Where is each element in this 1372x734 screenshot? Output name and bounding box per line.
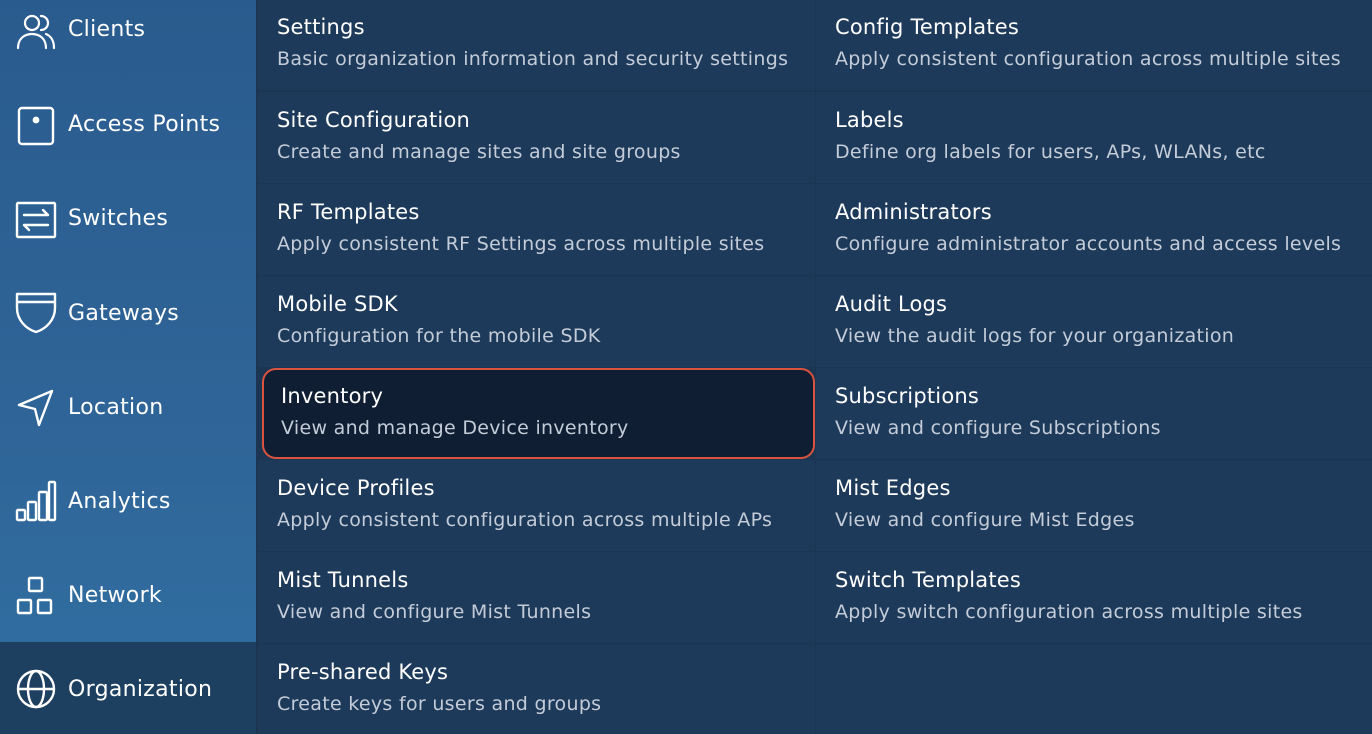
sidebar-item-label: Access Points xyxy=(68,112,221,137)
menu-item-inventory-cell: Inventory View and manage Device invento… xyxy=(258,368,815,459)
menu-item-switch-templates[interactable]: Switch Templates Apply switch configurat… xyxy=(816,552,1372,643)
menu-item-title: Inventory xyxy=(281,384,384,408)
sidebar-item-label: Switches xyxy=(68,206,169,231)
menu-item-description: Apply consistent configuration across mu… xyxy=(835,48,1341,70)
menu-item-description: Configure administrator accounts and acc… xyxy=(835,233,1342,255)
menu-item-title: Pre-shared Keys xyxy=(277,660,449,684)
menu-item-title: Mist Tunnels xyxy=(277,568,409,592)
menu-item-description: View and manage Device inventory xyxy=(281,417,629,439)
menu-item-description: Apply consistent RF Settings across mult… xyxy=(277,233,765,255)
location-arrow-icon xyxy=(15,387,57,429)
menu-item-settings[interactable]: Settings Basic organization information … xyxy=(258,0,815,90)
menu-item-description: View and configure Mist Edges xyxy=(835,509,1135,531)
menu-item-description: Create and manage sites and site groups xyxy=(277,141,681,163)
menu-item-mist-tunnels[interactable]: Mist Tunnels View and configure Mist Tun… xyxy=(258,552,815,643)
menu-item-mist-edges[interactable]: Mist Edges View and configure Mist Edges xyxy=(816,460,1372,551)
shield-icon xyxy=(15,292,57,334)
sidebar: Clients Access Points Switches Gateways … xyxy=(0,0,256,734)
menu-item-description: Define org labels for users, APs, WLANs,… xyxy=(835,141,1266,163)
sidebar-item-gateways[interactable]: Gateways xyxy=(0,268,256,362)
sidebar-item-label: Organization xyxy=(68,677,213,702)
menu-item-title: Switch Templates xyxy=(835,568,1022,592)
menu-item-title: Site Configuration xyxy=(277,108,471,132)
menu-item-description: Apply consistent configuration across mu… xyxy=(277,509,773,531)
organization-menu-grid: Settings Basic organization information … xyxy=(256,0,1372,734)
menu-item-subscriptions[interactable]: Subscriptions View and configure Subscri… xyxy=(816,368,1372,459)
sidebar-item-clients[interactable]: Clients xyxy=(0,0,256,80)
menu-item-administrators[interactable]: Administrators Configure administrator a… xyxy=(816,184,1372,275)
menu-item-title: Subscriptions xyxy=(835,384,980,408)
menu-item-title: Device Profiles xyxy=(277,476,435,500)
menu-item-audit-logs[interactable]: Audit Logs View the audit logs for your … xyxy=(816,276,1372,367)
sidebar-item-label: Location xyxy=(68,395,164,420)
menu-empty-cell xyxy=(816,644,1372,734)
menu-item-config-templates[interactable]: Config Templates Apply consistent config… xyxy=(816,0,1372,90)
users-icon xyxy=(15,11,57,53)
menu-item-description: Configuration for the mobile SDK xyxy=(277,325,601,347)
menu-item-description: View the audit logs for your organizatio… xyxy=(835,325,1235,347)
sidebar-item-organization[interactable]: Organization xyxy=(0,642,256,734)
sidebar-item-label: Analytics xyxy=(68,489,171,514)
menu-item-rf-templates[interactable]: RF Templates Apply consistent RF Setting… xyxy=(258,184,815,275)
menu-item-description: Basic organization information and secur… xyxy=(277,48,789,70)
bar-chart-icon xyxy=(15,480,57,522)
sidebar-item-label: Gateways xyxy=(68,301,180,326)
menu-item-site-configuration[interactable]: Site Configuration Create and manage sit… xyxy=(258,92,815,183)
access-point-icon xyxy=(15,105,57,147)
app-root: Clients Access Points Switches Gateways … xyxy=(0,0,1372,734)
sidebar-item-label: Clients xyxy=(68,17,146,42)
menu-item-title: Settings xyxy=(277,15,365,39)
menu-item-title: Administrators xyxy=(835,200,992,224)
menu-item-mobile-sdk[interactable]: Mobile SDK Configuration for the mobile … xyxy=(258,276,815,367)
switch-icon xyxy=(15,199,57,241)
menu-item-description: Apply switch configuration across multip… xyxy=(835,601,1303,623)
menu-item-device-profiles[interactable]: Device Profiles Apply consistent configu… xyxy=(258,460,815,551)
sidebar-item-label: Network xyxy=(68,583,162,608)
sidebar-item-location[interactable]: Location xyxy=(0,362,256,456)
sidebar-item-network[interactable]: Network xyxy=(0,550,256,644)
menu-item-description: Create keys for users and groups xyxy=(277,693,602,715)
menu-item-description: View and configure Mist Tunnels xyxy=(277,601,592,623)
sidebar-item-switches[interactable]: Switches xyxy=(0,174,256,268)
menu-item-inventory[interactable]: Inventory View and manage Device invento… xyxy=(262,368,815,459)
menu-item-title: RF Templates xyxy=(277,200,420,224)
menu-item-title: Labels xyxy=(835,108,904,132)
menu-item-title: Audit Logs xyxy=(835,292,948,316)
network-icon xyxy=(15,575,57,617)
sidebar-item-analytics[interactable]: Analytics xyxy=(0,456,256,550)
menu-item-pre-shared-keys[interactable]: Pre-shared Keys Create keys for users an… xyxy=(258,644,815,734)
menu-item-title: Mobile SDK xyxy=(277,292,398,316)
menu-item-title: Config Templates xyxy=(835,15,1020,39)
menu-item-description: View and configure Subscriptions xyxy=(835,417,1161,439)
menu-item-title: Mist Edges xyxy=(835,476,951,500)
sidebar-item-access-points[interactable]: Access Points xyxy=(0,80,256,174)
globe-icon xyxy=(15,668,57,710)
menu-item-labels[interactable]: Labels Define org labels for users, APs,… xyxy=(816,92,1372,183)
